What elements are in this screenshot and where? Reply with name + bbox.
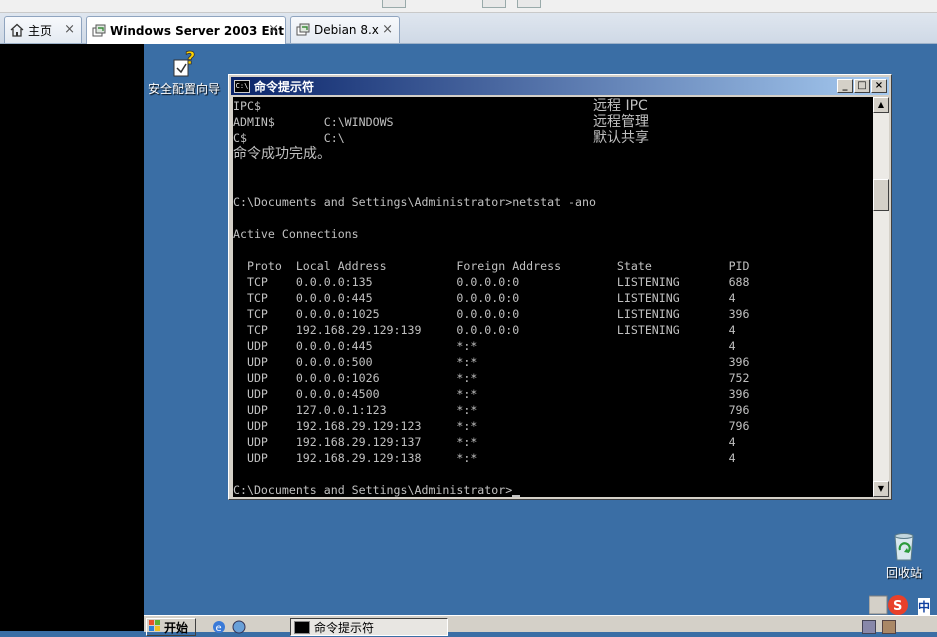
close-icon[interactable]: × — [268, 22, 279, 37]
scroll-down-arrow-icon[interactable]: ▼ — [873, 481, 889, 497]
recycle-bin-label: 回收站 — [885, 566, 922, 580]
console-line: UDP 192.168.29.129:123 *:* 796 — [233, 419, 750, 433]
shortcut-label: 安全配置向导 — [147, 82, 220, 96]
vertical-scrollbar[interactable]: ▲ ▼ — [873, 97, 889, 497]
console-line: IPC$ — [233, 99, 261, 113]
toolbar-button[interactable] — [482, 0, 506, 8]
vm-icon — [296, 23, 310, 37]
vmware-toolbar-strip — [0, 0, 937, 13]
share-remark: 远程管理 — [593, 114, 649, 130]
console-line: TCP 0.0.0.0:1025 0.0.0.0:0 LISTENING 396 — [233, 307, 750, 321]
text-cursor — [512, 495, 521, 497]
taskbar-item-cmd[interactable]: 命令提示符 — [290, 618, 448, 636]
close-button[interactable]: × — [871, 79, 887, 93]
tab-debian[interactable]: Debian 8.x × — [290, 16, 400, 43]
toolbar-button[interactable] — [382, 0, 406, 8]
console-line: TCP 0.0.0.0:445 0.0.0.0:0 LISTENING 4 — [233, 291, 736, 305]
quick-launch-explorer-icon[interactable] — [232, 620, 246, 637]
ime-language-label: 中 — [918, 598, 931, 615]
tab-label: Debian 8.x — [314, 23, 379, 37]
vm-display-border — [0, 44, 144, 631]
console-line: TCP 0.0.0.0:135 0.0.0.0:0 LISTENING 688 — [233, 275, 750, 289]
windows-logo-icon — [149, 620, 161, 632]
console-line: ADMIN$ C:\WINDOWS — [233, 115, 394, 129]
tray-icon[interactable] — [882, 620, 896, 634]
console-output[interactable]: IPC$ ADMIN$ C:\WINDOWS C$ C:\ 命令成功完成。 C:\Doc… — [233, 97, 873, 497]
console-line: C:\Documents and Settings\Administrator>… — [233, 195, 596, 209]
console-line: 命令成功完成。 — [233, 146, 331, 162]
console-line: Proto Local Address Foreign Address Stat… — [233, 259, 750, 273]
start-button[interactable]: 开始 — [146, 618, 196, 636]
svg-text:e: e — [216, 623, 222, 634]
recycle-bin-icon — [876, 530, 932, 562]
security-config-wizard-shortcut[interactable]: ? 安全配置向导 — [146, 48, 222, 97]
console-line: TCP 192.168.29.129:139 0.0.0.0:0 LISTENI… — [233, 323, 736, 337]
share-remark: 远程 IPC — [593, 98, 648, 114]
console-line: UDP 0.0.0.0:1026 *:* 752 — [233, 371, 750, 385]
console-line: Active Connections — [233, 227, 359, 241]
console-line: UDP 0.0.0.0:445 *:* 4 — [233, 339, 736, 353]
vm-icon — [92, 24, 106, 38]
console-line: C:\Documents and Settings\Administrator> — [233, 482, 521, 497]
console-line: UDP 127.0.0.1:123 *:* 796 — [233, 403, 750, 417]
share-remark: 默认共享 — [593, 130, 649, 146]
console-line: C$ C:\ — [233, 131, 345, 145]
taskbar: 开始 e 命令提示符 — [144, 615, 937, 636]
tab-windows-server-2003[interactable]: Windows Server 2003 Ent... × — [86, 16, 286, 44]
tab-home[interactable]: 主页 × — [4, 16, 82, 43]
svg-text:S: S — [893, 599, 902, 614]
wizard-icon: ? — [146, 48, 222, 78]
console-line: UDP 0.0.0.0:500 *:* 396 — [233, 355, 750, 369]
quick-launch-ie-icon[interactable]: e — [212, 620, 226, 637]
recycle-bin[interactable]: 回收站 — [876, 530, 932, 581]
minimize-button[interactable]: _ — [837, 79, 853, 93]
cmd-icon: C:\ — [234, 79, 250, 93]
scroll-up-arrow-icon[interactable]: ▲ — [873, 97, 889, 113]
ime-indicator[interactable]: S 中 — [868, 592, 937, 616]
console-line: UDP 0.0.0.0:4500 *:* 396 — [233, 387, 750, 401]
close-icon[interactable]: × — [382, 22, 393, 37]
start-label: 开始 — [164, 621, 189, 635]
home-icon — [10, 23, 24, 37]
taskbar-item-label: 命令提示符 — [314, 621, 375, 635]
vm-tab-bar: 主页 × Windows Server 2003 Ent... × Debian… — [0, 13, 937, 44]
scroll-thumb[interactable] — [873, 179, 889, 211]
tray-icon[interactable] — [862, 620, 876, 634]
tab-label: 主页 — [28, 23, 53, 38]
toolbar-button[interactable] — [517, 0, 541, 8]
console-line: UDP 192.168.29.129:137 *:* 4 — [233, 435, 736, 449]
window-title: 命令提示符 — [254, 79, 315, 94]
cmd-icon — [294, 621, 310, 634]
command-prompt-window[interactable]: C:\ 命令提示符 _ □ × IPC$ ADMIN$ C:\WINDOWS C$ … — [228, 74, 892, 500]
maximize-button[interactable]: □ — [854, 79, 870, 93]
svg-text:?: ? — [185, 48, 195, 69]
console-line: UDP 192.168.29.129:138 *:* 4 — [233, 451, 736, 465]
close-icon[interactable]: × — [64, 22, 75, 37]
tab-label: Windows Server 2003 Ent... — [110, 23, 285, 38]
window-title-bar[interactable]: C:\ 命令提示符 _ □ × — [231, 77, 889, 95]
